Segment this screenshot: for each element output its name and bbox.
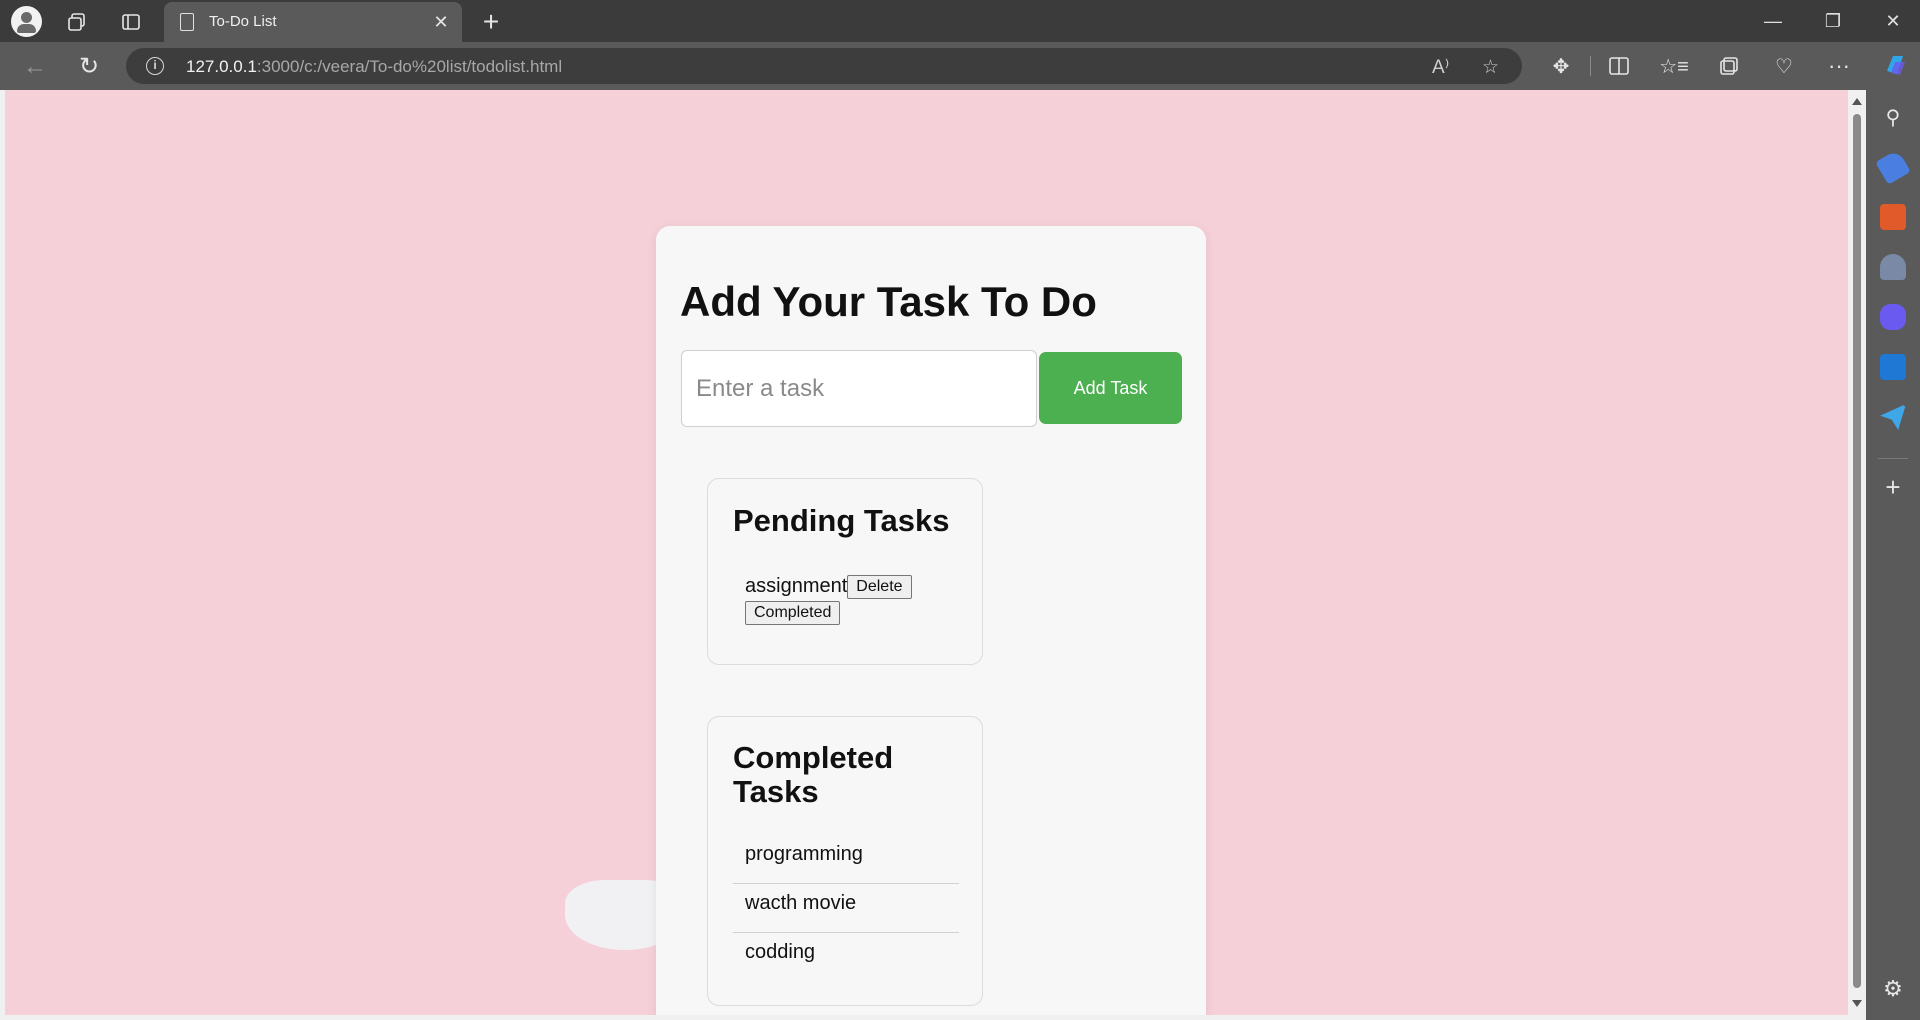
completed-task-item: codding — [745, 941, 816, 963]
scroll-up-icon[interactable] — [1852, 98, 1862, 105]
minimize-icon[interactable]: — — [1753, 8, 1793, 34]
extensions-icon[interactable]: ✥ — [1548, 53, 1574, 79]
page-viewport: Add Your Task To Do Add Task Pending Tas… — [5, 90, 1848, 1015]
search-icon[interactable]: ⚲ — [1880, 104, 1906, 130]
browser-tab-bar: To-Do List ✕ + — ❐ ✕ — [0, 0, 1920, 42]
read-aloud-icon[interactable]: A⁾ — [1432, 56, 1449, 79]
pending-tasks-title: Pending Tasks — [733, 503, 950, 538]
shopping-tag-icon[interactable] — [1875, 149, 1911, 185]
vertical-tabs-icon[interactable] — [118, 9, 144, 35]
pending-tasks-section: Pending Tasks assignment Delete Completed — [707, 478, 983, 665]
edge-sidebar: ⚲ + ⚙ — [1866, 90, 1920, 1020]
favorites-icon[interactable]: ☆≡ — [1659, 53, 1689, 79]
address-bar[interactable]: i 127.0.0.1:3000/c:/veera/To-do%20list/t… — [126, 48, 1522, 84]
outlook-icon[interactable] — [1880, 354, 1906, 380]
pending-task-item: assignment Delete Completed — [745, 574, 965, 625]
collections-icon[interactable] — [1716, 53, 1742, 79]
info-icon[interactable]: i — [146, 57, 164, 75]
url-text[interactable]: 127.0.0.1:3000/c:/veera/To-do%20list/tod… — [186, 57, 562, 77]
todo-card: Add Your Task To Do Add Task Pending Tas… — [656, 226, 1206, 1015]
add-sidebar-app-icon[interactable]: + — [1880, 472, 1906, 502]
copilot-icon[interactable] — [1880, 50, 1910, 80]
new-tab-icon[interactable]: + — [477, 6, 505, 37]
profile-avatar-icon[interactable] — [11, 6, 42, 37]
task-input[interactable] — [681, 350, 1037, 427]
browser-essentials-icon[interactable]: ♡ — [1771, 53, 1797, 79]
microsoft-365-icon[interactable] — [1880, 304, 1906, 330]
close-tab-icon[interactable]: ✕ — [430, 11, 452, 33]
browser-toolbar: ← ↻ i 127.0.0.1:3000/c:/veera/To-do%20li… — [0, 42, 1920, 90]
favorite-star-icon[interactable]: ☆ — [1482, 56, 1499, 79]
sidebar-divider — [1878, 458, 1908, 459]
delete-button[interactable]: Delete — [847, 574, 912, 599]
split-screen-icon[interactable] — [1606, 53, 1632, 79]
scroll-down-icon[interactable] — [1852, 1000, 1862, 1007]
toolbar-divider — [1590, 56, 1591, 76]
games-icon[interactable] — [1880, 254, 1906, 280]
tab-todo-list[interactable]: To-Do List ✕ — [164, 2, 462, 42]
document-icon — [180, 13, 194, 31]
pending-task-text: assignment — [745, 575, 848, 597]
workspaces-icon[interactable] — [64, 9, 90, 35]
sidebar-settings-gear-icon[interactable]: ⚙ — [1880, 976, 1906, 1002]
add-task-button[interactable]: Add Task — [1039, 352, 1182, 424]
close-window-icon[interactable]: ✕ — [1873, 8, 1913, 34]
completed-tasks-list: programming wacth movie codding — [733, 835, 959, 982]
reload-icon[interactable]: ↻ — [76, 53, 102, 80]
completed-task-item: wacth movie — [733, 884, 959, 933]
completed-task-item: programming — [733, 835, 959, 884]
tools-icon[interactable] — [1880, 204, 1906, 230]
page-scrollbar[interactable] — [1848, 90, 1866, 1015]
back-icon[interactable]: ← — [22, 53, 48, 80]
send-icon[interactable] — [1880, 404, 1906, 430]
mark-completed-button[interactable]: Completed — [745, 600, 841, 625]
completed-tasks-section: Completed Tasks programming wacth movie … — [707, 716, 983, 1006]
completed-tasks-title: Completed Tasks — [733, 740, 894, 809]
more-menu-icon[interactable]: ··· — [1826, 53, 1852, 79]
restore-icon[interactable]: ❐ — [1813, 8, 1853, 34]
page-title: Add Your Task To Do — [680, 278, 1097, 325]
scrollbar-thumb[interactable] — [1853, 114, 1861, 988]
tab-title: To-Do List — [209, 13, 277, 30]
